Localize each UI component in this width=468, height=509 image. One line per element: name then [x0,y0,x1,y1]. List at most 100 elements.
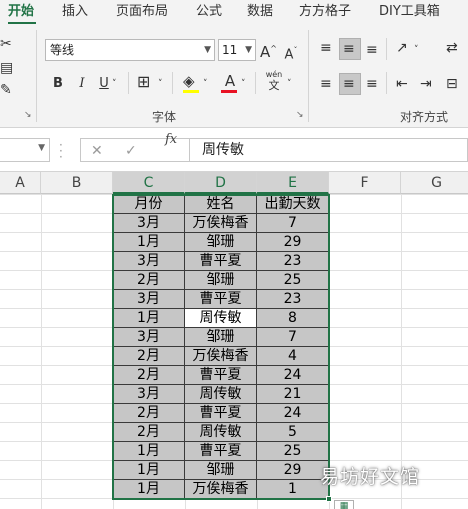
cell-attendance[interactable]: 29 [257,233,329,252]
active-cell[interactable]: 周传敏 [185,309,257,328]
column-header-d[interactable]: D [185,172,257,194]
shrink-font-button[interactable]: Aˇ [283,43,299,63]
cell-month[interactable]: 3月 [113,290,185,309]
cell-month[interactable]: 2月 [113,423,185,442]
cell-attendance[interactable]: 4 [257,347,329,366]
cancel-icon[interactable]: ✕ [91,143,103,159]
fill-handle[interactable] [326,496,332,502]
column-header-b[interactable]: B [41,172,113,194]
cell-attendance[interactable]: 7 [257,214,329,233]
cell-attendance[interactable]: 1 [257,480,329,499]
chevron-down-icon[interactable]: ˅ [203,76,208,92]
orientation-icon[interactable]: ↗ [396,40,408,56]
cell-month[interactable]: 3月 [113,385,185,404]
column-header-c[interactable]: C [113,172,185,194]
cell-name[interactable]: 曹平夏 [185,366,257,385]
fill-color-icon[interactable]: ◈ [183,73,195,89]
merge-center-icon[interactable]: ⊟ [446,76,458,92]
cell-name[interactable]: 曹平夏 [185,404,257,423]
align-bottom-icon[interactable]: ≡ [366,42,378,58]
chevron-down-icon[interactable]: ▼ [38,143,45,153]
cell-month[interactable]: 3月 [113,328,185,347]
column-header-e[interactable]: E [257,172,329,194]
insert-function-icon[interactable]: fx [165,132,177,147]
cell-month[interactable]: 2月 [113,271,185,290]
column-header-g[interactable]: G [401,172,468,194]
align-right-icon[interactable]: ≡ [366,76,378,92]
cell-attendance[interactable]: 24 [257,366,329,385]
cell-attendance[interactable]: 7 [257,328,329,347]
quick-analysis-icon[interactable]: ▦ [334,500,354,509]
column-header-f[interactable]: F [329,172,401,194]
cell-month[interactable]: 3月 [113,252,185,271]
format-painter-icon[interactable]: ✎ [0,82,12,98]
font-color-button[interactable]: A [222,73,238,89]
cell-attendance[interactable]: 23 [257,252,329,271]
font-size-select[interactable]: 11 ▼ [218,39,256,61]
copy-icon[interactable]: ▤ [0,60,13,76]
cell-name[interactable]: 万俟梅香 [185,480,257,499]
cell-attendance[interactable]: 5 [257,423,329,442]
font-name-select[interactable]: 等线 ▼ [45,39,215,61]
cell-month[interactable]: 1月 [113,442,185,461]
cell-name[interactable]: 邹珊 [185,328,257,347]
tab-page-layout[interactable]: 页面布局 [116,3,168,21]
header-cell-attendance[interactable]: 出勤天数 [257,195,329,214]
tab-fangfang[interactable]: 方方格子 [299,3,351,21]
enter-icon[interactable]: ✓ [125,143,137,159]
cell-name[interactable]: 万俟梅香 [185,347,257,366]
cell-name[interactable]: 曹平夏 [185,252,257,271]
wrap-text-icon[interactable]: ⇄ [446,40,458,56]
dialog-launcher-icon[interactable]: ↘ [24,110,32,120]
cell-name[interactable]: 万俟梅香 [185,214,257,233]
header-cell-name[interactable]: 姓名 [185,195,257,214]
cell-attendance[interactable]: 21 [257,385,329,404]
chevron-down-icon[interactable]: ˅ [287,76,292,92]
cell-month[interactable]: 1月 [113,233,185,252]
align-top-icon[interactable]: ≡ [320,40,332,56]
cell-name[interactable]: 周传敏 [185,385,257,404]
column-header-a[interactable]: A [0,172,41,194]
borders-icon[interactable]: ⊞ [137,74,150,90]
bold-button[interactable]: B [50,76,66,92]
cell-name[interactable]: 曹平夏 [185,290,257,309]
header-cell-month[interactable]: 月份 [113,195,185,214]
dialog-launcher-icon[interactable]: ↘ [296,110,304,120]
tab-formulas[interactable]: 公式 [196,3,222,21]
tab-insert[interactable]: 插入 [62,3,88,21]
cell-month[interactable]: 1月 [113,309,185,328]
grow-font-button[interactable]: A^ [260,41,277,60]
cell-month[interactable]: 2月 [113,347,185,366]
cell-name[interactable]: 曹平夏 [185,442,257,461]
chevron-down-icon[interactable]: ˅ [241,76,246,92]
cell-month[interactable]: 2月 [113,404,185,423]
italic-button[interactable]: I [74,76,90,92]
tab-home[interactable]: 开始 [8,3,34,21]
tab-data[interactable]: 数据 [247,3,273,21]
phonetic-guide-button[interactable]: wén 文 [263,70,285,92]
cell-attendance[interactable]: 25 [257,271,329,290]
cell-attendance[interactable]: 8 [257,309,329,328]
chevron-down-icon[interactable]: ˅ [158,76,163,92]
decrease-indent-icon[interactable]: ⇤ [396,76,408,92]
cell-month[interactable]: 2月 [113,366,185,385]
underline-button[interactable]: U [96,76,112,92]
formula-input[interactable]: 周传敏 [190,138,468,162]
increase-indent-icon[interactable]: ⇥ [420,76,432,92]
cell-attendance[interactable]: 29 [257,461,329,480]
cell-name[interactable]: 邹珊 [185,271,257,290]
chevron-down-icon[interactable]: ˅ [112,76,117,92]
align-left-icon[interactable]: ≡ [320,76,332,92]
cell-month[interactable]: 1月 [113,480,185,499]
name-box[interactable]: ▼ [0,138,50,162]
cut-icon[interactable]: ✂ [0,36,12,52]
worksheet-grid[interactable]: A B C D E F G 月份 姓名 出勤天数 3月 万俟梅香 7 1月 邹珊 29 3月… [0,172,468,509]
chevron-down-icon[interactable]: ˅ [414,42,419,58]
tab-diy-toolbox[interactable]: DIY工具箱 [379,3,440,21]
cell-name[interactable]: 邹珊 [185,233,257,252]
cell-name[interactable]: 邹珊 [185,461,257,480]
cell-attendance[interactable]: 25 [257,442,329,461]
cell-name[interactable]: 周传敏 [185,423,257,442]
cell-attendance[interactable]: 24 [257,404,329,423]
cell-month[interactable]: 1月 [113,461,185,480]
